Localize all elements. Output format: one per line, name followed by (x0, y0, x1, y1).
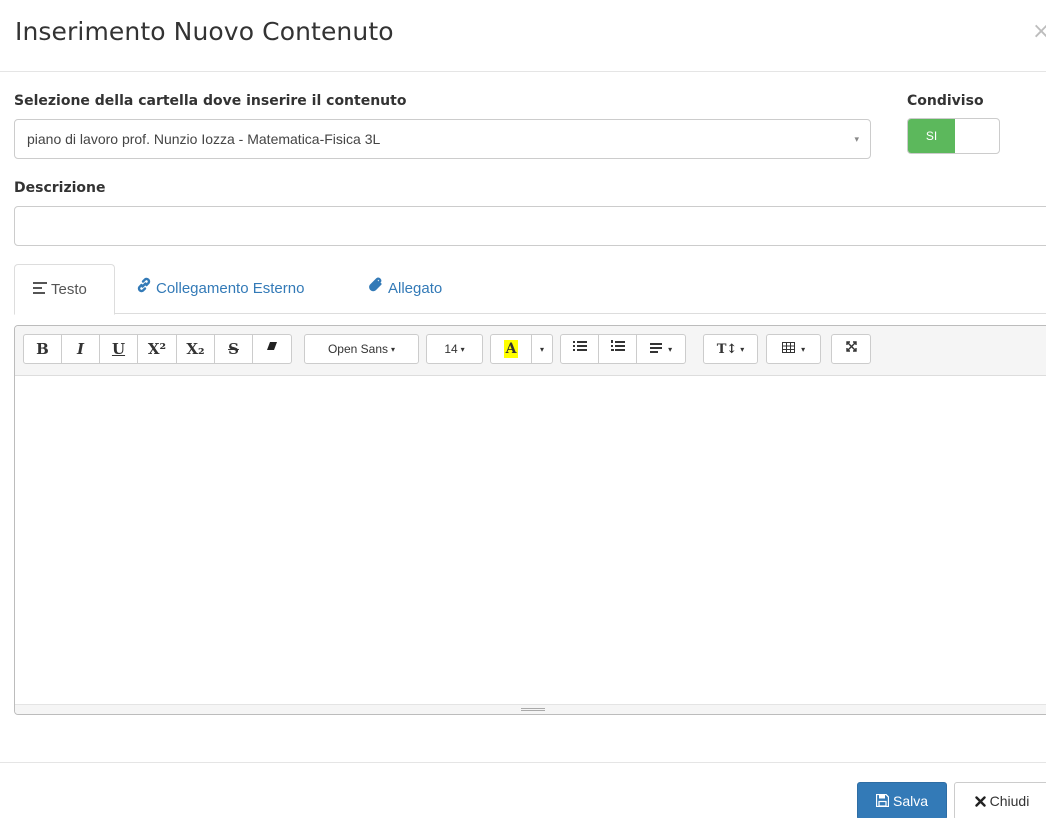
modal-title: Inserimento Nuovo Contenuto (15, 17, 394, 46)
description-label: Descrizione (14, 180, 106, 196)
italic-button[interactable]: I (61, 334, 100, 364)
content-type-tabs: Testo Collegamento Esterno Allegato (14, 264, 1046, 315)
editor-content-area[interactable] (15, 377, 1046, 705)
tab-allegato-label: Allegato (388, 280, 443, 297)
align-left-icon (649, 342, 665, 356)
subscript-button[interactable]: X₂ (176, 334, 215, 364)
fullscreen-icon (845, 341, 857, 356)
line-height-dropdown[interactable]: T↕ ▾ (703, 334, 758, 364)
align-left-icon (33, 265, 47, 315)
caret-down-icon: ▾ (391, 344, 396, 354)
caret-down-icon: ▾ (801, 344, 806, 354)
new-content-modal: Inserimento Nuovo Contenuto × Selezione … (0, 0, 1046, 818)
paperclip-icon (368, 264, 384, 314)
table-dropdown[interactable]: ▾ (766, 334, 821, 364)
caret-down-icon: ▾ (668, 344, 673, 354)
chevron-down-icon: ▾ (854, 135, 859, 145)
bold-button[interactable]: B (23, 334, 62, 364)
strikethrough-button[interactable]: S (214, 334, 253, 364)
modal-header: Inserimento Nuovo Contenuto × (0, 0, 1046, 72)
superscript-button[interactable]: X² (137, 334, 177, 364)
folder-select-value: piano di lavoro prof. Nunzio Iozza - Mat… (27, 131, 381, 147)
eraser-icon (266, 341, 278, 356)
editor-toolbar: B I U X² X₂ S Open Sans ▾ 14 ▾ A ▾ ▾ T↕ … (15, 326, 1046, 376)
highlight-color-button[interactable]: A (490, 334, 532, 364)
folder-label: Selezione della cartella dove inserire i… (14, 93, 407, 109)
tab-testo-label: Testo (51, 281, 87, 298)
text-color-a-icon: A (504, 339, 518, 358)
close-icon (974, 784, 986, 818)
folder-select[interactable]: piano di lavoro prof. Nunzio Iozza - Mat… (14, 119, 871, 159)
shared-label: Condiviso (907, 93, 984, 109)
font-family-value: Open Sans (327, 342, 389, 356)
table-icon (781, 342, 798, 356)
font-size-dropdown[interactable]: 14 ▾ (426, 334, 483, 364)
link-icon (136, 264, 152, 314)
editor-resize-handle[interactable] (15, 704, 1046, 714)
shared-toggle-on: SI (908, 119, 955, 153)
font-family-dropdown[interactable]: Open Sans ▾ (304, 334, 419, 364)
numbered-list-icon (610, 340, 625, 356)
caret-down-icon: ▾ (539, 344, 544, 354)
color-dropdown-button[interactable]: ▾ (531, 334, 553, 364)
tab-collegamento-esterno-label: Collegamento Esterno (156, 280, 305, 297)
close-button-label: Chiudi (989, 793, 1030, 809)
clear-format-button[interactable] (252, 334, 292, 364)
modal-footer: Salva Chiudi (0, 762, 1046, 818)
font-size-value: 14 (444, 342, 458, 356)
underline-button[interactable]: U (99, 334, 138, 364)
fullscreen-button[interactable] (831, 334, 871, 364)
resize-grip-icon (521, 708, 545, 711)
text-height-icon: T↕ (716, 342, 738, 357)
close-button[interactable]: Chiudi (954, 782, 1046, 818)
tab-collegamento-esterno[interactable]: Collegamento Esterno (136, 264, 304, 314)
paragraph-align-dropdown[interactable]: ▾ (636, 334, 686, 364)
ordered-list-button[interactable] (598, 334, 637, 364)
description-input[interactable] (14, 206, 1046, 246)
save-button[interactable]: Salva (857, 782, 947, 818)
close-icon[interactable]: × (1032, 22, 1046, 42)
unordered-list-button[interactable] (560, 334, 599, 364)
tab-testo[interactable]: Testo (14, 264, 115, 315)
save-button-label: Salva (892, 793, 929, 809)
save-icon (875, 784, 890, 818)
bullet-list-icon (572, 341, 587, 356)
text-editor: B I U X² X₂ S Open Sans ▾ 14 ▾ A ▾ ▾ T↕ … (14, 325, 1046, 715)
caret-down-icon: ▾ (740, 344, 745, 354)
caret-down-icon: ▾ (460, 344, 465, 354)
tab-allegato[interactable]: Allegato (368, 264, 442, 314)
shared-toggle[interactable]: SI (907, 118, 1000, 154)
